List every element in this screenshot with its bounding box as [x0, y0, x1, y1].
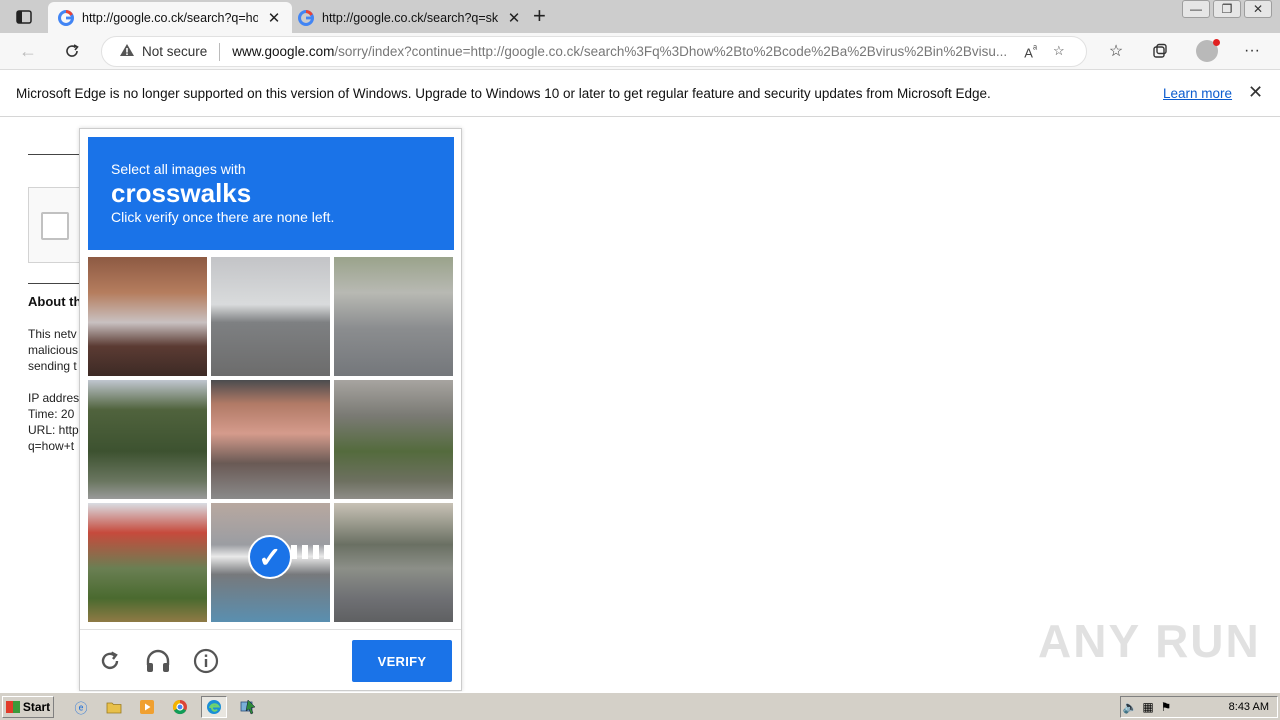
image-tile[interactable] — [88, 380, 207, 499]
back-arrow-icon[interactable]: ← — [16, 40, 40, 62]
warning-triangle-icon — [118, 43, 136, 60]
restore-button[interactable]: ❐ — [1213, 0, 1241, 18]
checkmark-icon: ✓ — [248, 535, 292, 579]
image-grid: ✓ — [88, 257, 454, 623]
folder-icon[interactable] — [101, 696, 127, 718]
address-divider — [219, 42, 221, 61]
infobar-message: Microsoft Edge is no longer supported on… — [16, 86, 991, 101]
new-tab-button[interactable]: + — [533, 5, 546, 27]
windows-taskbar: Start ⓔ 🔈 ▦ ⚑ 8:43 AM — [0, 692, 1280, 720]
page-line: q=how+t — [28, 439, 75, 453]
read-aloud-icon[interactable]: Aᵃ — [1024, 43, 1037, 60]
image-tile[interactable] — [88, 503, 207, 622]
page-content: About th This netv malicious sending t I… — [0, 118, 1280, 692]
google-favicon-icon — [58, 9, 74, 26]
browser-toolbar: ← Not secure www.google.com/sorry/index?… — [0, 33, 1280, 70]
edge-icon[interactable] — [201, 696, 227, 718]
page-line: IP addres — [28, 391, 80, 405]
volume-icon[interactable]: 🔈 — [1121, 700, 1139, 714]
learn-more-link[interactable]: Learn more — [1163, 86, 1232, 101]
start-button[interactable]: Start — [2, 696, 54, 718]
image-tile[interactable] — [88, 257, 207, 376]
tab-1[interactable]: http://google.co.ck/search?q=how ✕ — [48, 2, 292, 33]
image-tile[interactable] — [211, 257, 330, 376]
refresh-icon[interactable] — [60, 40, 84, 62]
profile-avatar[interactable] — [1195, 39, 1220, 62]
network-tool-icon[interactable] — [235, 696, 261, 718]
tab-actions-icon[interactable] — [8, 6, 40, 28]
google-favicon-icon — [298, 9, 314, 26]
headphones-icon[interactable] — [145, 648, 171, 674]
action-center-flag-icon[interactable]: ⚑ — [1157, 700, 1175, 714]
recaptcha-checkbox[interactable] — [41, 212, 69, 240]
image-tile-selected[interactable]: ✓ — [211, 503, 330, 622]
page-line: sending t — [28, 359, 77, 373]
close-window-button[interactable]: ✕ — [1244, 0, 1272, 18]
image-tile[interactable] — [211, 380, 330, 499]
challenge-header: Select all images with crosswalks Click … — [88, 137, 454, 250]
page-line: This netv — [28, 327, 77, 341]
verify-button[interactable]: VERIFY — [352, 640, 452, 682]
challenge-subtext: Click verify once there are none left. — [111, 209, 335, 225]
network-icon[interactable]: ▦ — [1139, 700, 1157, 714]
page-line: Time: 20 — [28, 407, 75, 421]
security-status[interactable]: Not secure — [142, 44, 207, 59]
image-tile[interactable] — [334, 257, 453, 376]
add-favorite-icon[interactable]: ☆ — [1053, 43, 1065, 60]
tab-2-close-icon[interactable]: ✕ — [506, 9, 522, 27]
challenge-instruction: Select all images with — [111, 161, 246, 177]
ie-icon[interactable]: ⓔ — [68, 696, 94, 718]
infobar-close-icon[interactable]: ✕ — [1248, 82, 1263, 103]
page-line[interactable]: URL: http — [28, 422, 82, 438]
window-controls: — ❐ ✕ — [1179, 0, 1272, 18]
image-tile[interactable] — [334, 380, 453, 499]
tab-1-title: http://google.co.ck/search?q=how — [82, 10, 258, 25]
about-heading: About th — [28, 294, 82, 309]
system-tray: 🔈 ▦ ⚑ 8:43 AM — [1120, 696, 1278, 718]
start-label: Start — [22, 700, 51, 714]
challenge-footer: VERIFY — [80, 629, 461, 690]
image-tile[interactable] — [334, 503, 453, 622]
favorites-icon[interactable]: ☆ — [1104, 40, 1128, 62]
chrome-icon[interactable] — [167, 696, 193, 718]
challenge-target: crosswalks — [111, 178, 252, 208]
tab-2[interactable]: http://google.co.ck/search?q=sk ✕ — [288, 2, 532, 33]
address-bar[interactable]: Not secure www.google.com/sorry/index?co… — [101, 36, 1087, 67]
crosswalk-stripes — [291, 545, 330, 559]
url-host: www.google.com — [232, 44, 335, 59]
tab-2-title: http://google.co.ck/search?q=sk — [322, 10, 498, 25]
clock[interactable]: 8:43 AM — [1229, 701, 1269, 713]
captcha-challenge: Select all images with crosswalks Click … — [79, 128, 462, 691]
minimize-button[interactable]: — — [1182, 0, 1210, 18]
unsupported-os-infobar: Microsoft Edge is no longer supported on… — [0, 70, 1280, 117]
info-icon[interactable] — [193, 648, 219, 674]
page-line: malicious — [28, 343, 79, 357]
url-path: /sorry/index?continue=http://google.co.c… — [334, 44, 1008, 59]
more-options-icon[interactable]: ··· — [1240, 40, 1264, 62]
anyrun-watermark: ANY RUN — [1038, 615, 1261, 667]
tab-bar: http://google.co.ck/search?q=how ✕ http:… — [0, 0, 1280, 33]
windows-flag-icon — [5, 701, 20, 713]
url-text[interactable]: www.google.com/sorry/index?continue=http… — [232, 44, 1012, 59]
tab-1-close-icon[interactable]: ✕ — [266, 9, 282, 27]
collections-icon[interactable] — [1148, 40, 1172, 62]
reload-icon[interactable] — [97, 648, 123, 674]
media-player-icon[interactable] — [134, 696, 160, 718]
